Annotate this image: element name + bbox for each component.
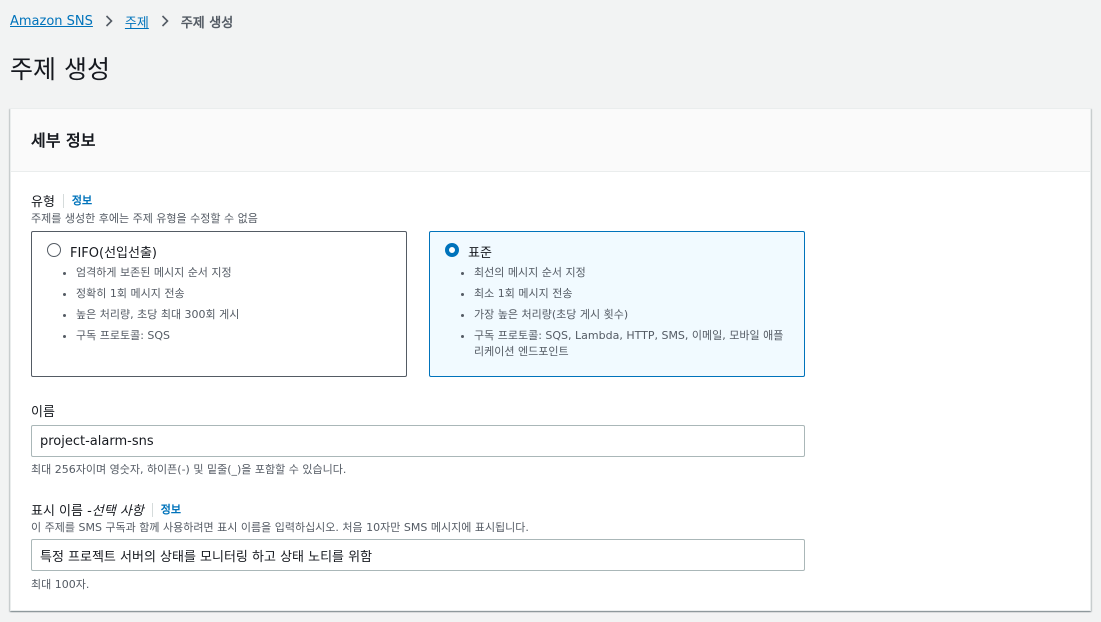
standard-radio-button[interactable] [445,243,459,257]
type-info-link[interactable]: 정보 [62,193,92,208]
list-item: 구독 프로토콜: SQS [76,328,386,344]
topic-type-standard-option[interactable]: 표준 최선의 메시지 순서 지정 최소 1회 메시지 전송 가장 높은 처리량(… [429,231,805,377]
list-item: 구독 프로토콜: SQS, Lambda, HTTP, SMS, 이메일, 모바… [474,328,784,360]
list-item: 최선의 메시지 순서 지정 [474,265,784,281]
list-item: 가장 높은 처리량(초당 게시 횟수) [474,307,784,323]
display-name-input[interactable] [31,539,805,571]
display-name-constraint: 최대 100자. [31,578,90,591]
chevron-right-icon [105,15,113,27]
breadcrumb-current: 주제 생성 [180,15,234,31]
breadcrumb: Amazon SNS 주제 주제 생성 [10,10,233,32]
details-panel: 세부 정보 유형 정보 주제를 생성한 후에는 주제 유형을 수정할 수 없음 … [10,108,1091,611]
name-constraint: 최대 256자이며 영숫자, 하이픈(-) 및 밑줄(_)을 포함할 수 있습니… [31,463,347,476]
details-panel-header: 세부 정보 [11,109,1090,172]
details-panel-title: 세부 정보 [31,131,96,150]
list-item: 최소 1회 메시지 전송 [474,286,784,302]
standard-feature-list: 최선의 메시지 순서 지정 최소 1회 메시지 전송 가장 높은 처리량(초당 … [454,265,784,365]
chevron-right-icon [161,15,169,27]
list-item: 높은 처리량, 초당 최대 300회 게시 [76,307,386,323]
standard-option-title: 표준 [468,246,492,261]
breadcrumb-topics-link[interactable]: 주제 [125,12,149,31]
type-label-row: 유형 정보 [31,191,92,210]
display-name-description: 이 주제를 SMS 구독과 함께 사용하려면 표시 이름을 입력하십시오. 처음… [31,521,529,534]
list-item: 정확히 1회 메시지 전송 [76,286,386,302]
display-name-label: 표시 이름 - [31,504,92,519]
display-name-label-row: 표시 이름 - 선택 사항 정보 [31,500,181,519]
topic-type-fifo-option[interactable]: FIFO(선입선출) 엄격하게 보존된 메시지 순서 지정 정확히 1회 메시지… [31,231,407,377]
breadcrumb-amazon-sns-link[interactable]: Amazon SNS [10,14,93,29]
fifo-feature-list: 엄격하게 보존된 메시지 순서 지정 정확히 1회 메시지 전송 높은 처리량,… [56,265,386,349]
fifo-option-title: FIFO(선입선출) [70,246,158,261]
page-title: 주제 생성 [10,55,110,84]
list-item: 엄격하게 보존된 메시지 순서 지정 [76,265,386,281]
name-label: 이름 [31,405,55,420]
display-name-optional-label: 선택 사항 [91,504,144,519]
name-input[interactable] [31,425,805,457]
type-description: 주제를 생성한 후에는 주제 유형을 수정할 수 없음 [31,212,258,225]
name-label-row: 이름 [31,401,55,420]
fifo-radio-button[interactable] [47,243,61,257]
display-name-info-link[interactable]: 정보 [151,502,181,517]
type-label: 유형 [31,195,55,210]
